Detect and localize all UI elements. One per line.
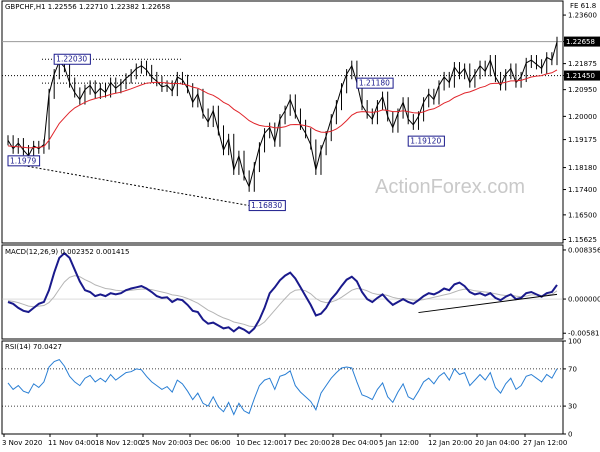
trend-line <box>7 162 250 207</box>
price-annotation: 1.16830 <box>251 201 282 210</box>
price-annotation: 1.22030 <box>56 55 87 64</box>
macd-signal-line <box>7 275 558 328</box>
y-tick-label: 1.17400 <box>568 186 597 194</box>
y-tick-label: 0.000000 <box>568 296 600 304</box>
price-tag-text: 1.21450 <box>566 72 595 80</box>
panel-frame <box>1 244 564 340</box>
y-tick-label: 1.15625 <box>568 236 597 244</box>
y-tick-label: 1.23600 <box>568 12 597 20</box>
forex-chart: 1.23600 1.22658 1.21875 1.21450 1.20950 1.200… <box>1 0 600 447</box>
panel-frame <box>1 340 564 435</box>
y-tick-label: 1.21875 <box>568 60 597 68</box>
y-tick-label: 100 <box>568 338 581 346</box>
y-tick-label: 1.18180 <box>568 164 597 172</box>
price-annotation: 1.1979 <box>10 156 36 165</box>
x-tick-label: 11 Nov 04:00 <box>48 439 95 447</box>
fib-label: FE 61.8 <box>570 2 596 10</box>
macd-title: MACD(12,26,9) 0.002352 0.001415 <box>5 248 129 256</box>
x-tick-label: 17 Dec 20:00 <box>283 439 330 447</box>
x-tick-label: 20 Jan 04:00 <box>475 439 519 447</box>
price-annotation: 1.21180 <box>359 79 390 88</box>
x-tick-label: 18 Nov 12:00 <box>95 439 142 447</box>
x-tick-label: 3 Nov 2020 <box>2 439 42 447</box>
price-panel: 1.23600 1.22658 1.21875 1.21450 1.20950 1.200… <box>1 0 600 244</box>
y-tick-label: 1.16500 <box>568 211 597 219</box>
y-tick-label: 30 <box>568 403 577 411</box>
macd-line <box>7 251 558 335</box>
y-tick-label: 1.20000 <box>568 113 597 121</box>
y-tick-label: 1.19175 <box>568 136 597 144</box>
y-tick-label: 1.20950 <box>568 86 597 94</box>
x-tick-label: 28 Dec 04:00 <box>331 439 378 447</box>
x-tick-label: 25 Nov 20:00 <box>141 439 188 447</box>
price-annotation: 1.19120 <box>410 137 441 146</box>
y-tick-label: 70 <box>568 365 577 373</box>
x-tick-label: 10 Dec 12:00 <box>236 439 283 447</box>
y-tick-label: 0 <box>568 431 572 439</box>
x-tick-label: 27 Jan 12:00 <box>523 439 567 447</box>
x-tick-label: 12 Jan 20:00 <box>428 439 472 447</box>
chart-root: 1.23600 1.22658 1.21875 1.21450 1.20950 1.200… <box>0 0 600 450</box>
x-tick-label: 5 Jan 12:00 <box>379 439 419 447</box>
chart-header: GBPCHF,H1 1.22556 1.22710 1.22382 1.2265… <box>5 3 170 11</box>
price-tag-text: 1.22658 <box>566 38 595 46</box>
x-axis: 3 Nov 2020 11 Nov 04:00 18 Nov 12:0025 Nov… <box>2 434 567 447</box>
rsi-title: RSI(14) 70.0427 <box>5 343 62 351</box>
rsi-line <box>7 359 558 416</box>
rsi-panel: 100 70 30 0 <box>1 338 581 439</box>
watermark: ActionForex.com <box>375 176 525 198</box>
macd-panel: 0.0083560.000000-0.005818 <box>1 244 600 340</box>
x-tick-label: 3 Dec 06:00 <box>188 439 231 447</box>
macd-trend-line <box>418 293 558 314</box>
y-tick-label: 0.008356 <box>568 246 600 254</box>
